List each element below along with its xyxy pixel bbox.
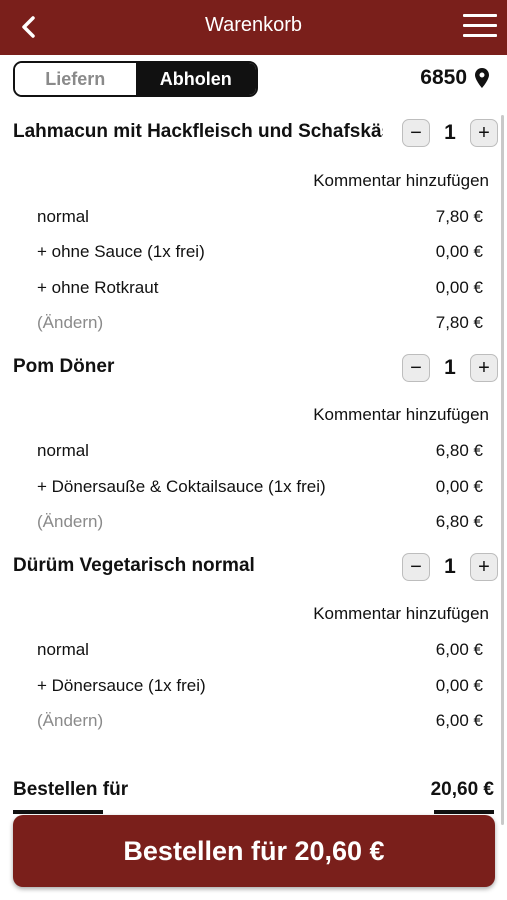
quantity-value: 1 <box>444 356 456 379</box>
order-total-row: Bestellen für 20,60 € <box>13 779 494 801</box>
page-title: Warenkorb <box>204 14 303 36</box>
increase-quantity-button[interactable]: + <box>470 354 498 382</box>
line-label: normal <box>37 441 89 460</box>
line-price: 6,00 € <box>435 640 483 659</box>
item-subtotal: 6,80 € <box>435 512 483 531</box>
change-item-link[interactable]: (Ändern) <box>37 512 103 532</box>
cart-item: Pom Döner − 1 + <box>13 352 498 384</box>
cart-item: Lahmacun mit Hackfleisch und Schafskäse … <box>13 117 498 149</box>
quantity-stepper: − 1 + <box>402 117 498 149</box>
line-price: 0,00 € <box>435 477 483 496</box>
line-price: 7,80 € <box>435 207 483 226</box>
increase-quantity-button[interactable]: + <box>470 119 498 147</box>
item-subtotal: 7,80 € <box>435 313 483 332</box>
tab-liefern[interactable]: Liefern <box>15 63 136 95</box>
increase-quantity-button[interactable]: + <box>470 553 498 581</box>
app-header: Warenkorb <box>0 0 507 55</box>
tab-abholen[interactable]: Abholen <box>135 63 256 95</box>
decrease-quantity-button[interactable]: − <box>402 553 430 581</box>
line-label: normal <box>37 207 89 226</box>
line-price: 0,00 € <box>435 676 483 695</box>
item-name: Dürüm Vegetarisch normal <box>13 555 255 576</box>
item-name: Lahmacun mit Hackfleisch und Schafskäse <box>13 121 383 142</box>
line-label: normal <box>37 640 89 659</box>
cart-item: Dürüm Vegetarisch normal − 1 + <box>13 551 498 583</box>
decrease-quantity-button[interactable]: − <box>402 119 430 147</box>
line-price: 6,80 € <box>435 441 483 460</box>
hamburger-menu-icon[interactable] <box>463 14 497 40</box>
total-label: Bestellen für <box>13 779 129 800</box>
line-label: + Dönersauce (1x frei) <box>37 676 206 695</box>
postal-code: 6850 <box>420 66 467 89</box>
line-label: + Dönersauße & Coktailsauce (1x frei) <box>37 477 326 496</box>
line-price: 0,00 € <box>435 242 483 261</box>
add-comment-link[interactable]: Kommentar hinzufügen <box>313 405 489 425</box>
add-comment-link[interactable]: Kommentar hinzufügen <box>313 604 489 624</box>
quantity-stepper: − 1 + <box>402 352 498 384</box>
change-item-link[interactable]: (Ändern) <box>37 711 103 731</box>
quantity-stepper: − 1 + <box>402 551 498 583</box>
total-amount: 20,60 € <box>430 779 494 800</box>
location-selector[interactable]: 6850 <box>420 66 489 90</box>
quantity-value: 1 <box>444 555 456 578</box>
map-pin-icon <box>475 68 489 88</box>
item-name: Pom Döner <box>13 356 115 377</box>
order-button[interactable]: Bestellen für 20,60 € <box>13 815 495 887</box>
change-item-link[interactable]: (Ändern) <box>37 313 103 333</box>
quantity-value: 1 <box>444 121 456 144</box>
decrease-quantity-button[interactable]: − <box>402 354 430 382</box>
delivery-mode-toggle: Liefern Abholen <box>13 61 258 97</box>
line-price: 0,00 € <box>435 278 483 297</box>
item-subtotal: 6,00 € <box>435 711 483 730</box>
line-label: + ohne Sauce (1x frei) <box>37 242 205 261</box>
scrollbar[interactable] <box>501 115 504 825</box>
add-comment-link[interactable]: Kommentar hinzufügen <box>313 171 489 191</box>
line-label: + ohne Rotkraut <box>37 278 159 297</box>
